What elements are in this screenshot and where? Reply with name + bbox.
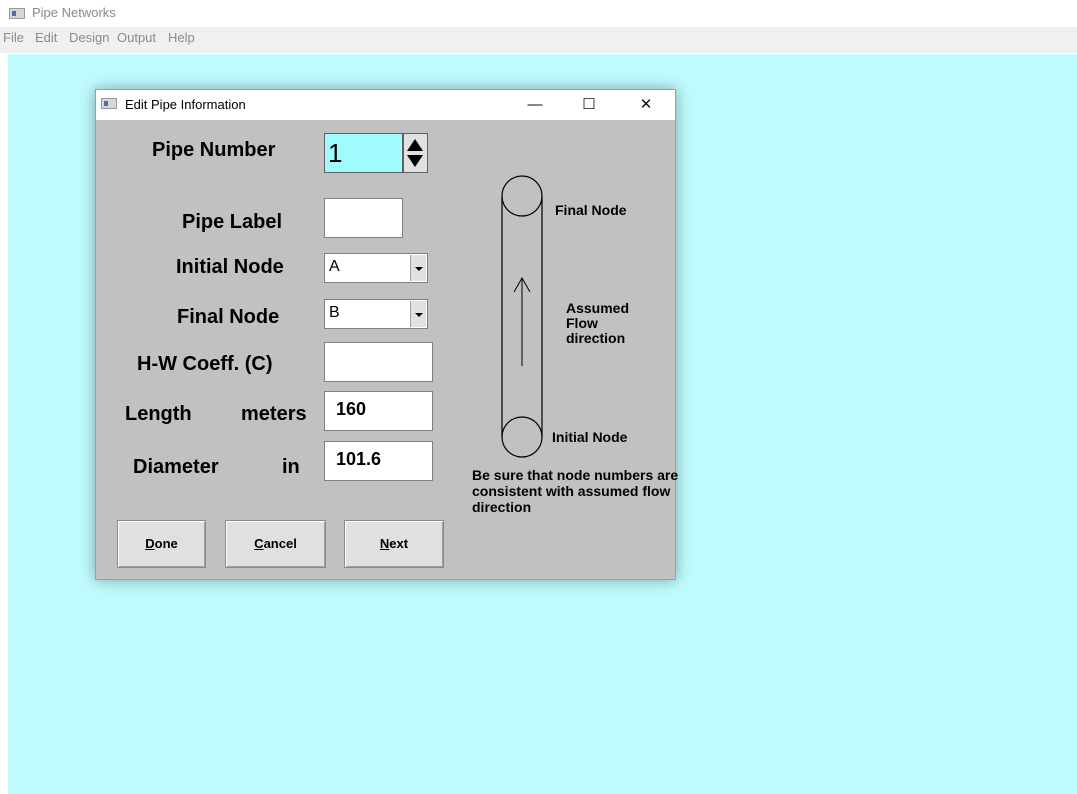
done-button[interactable]: Done — [117, 520, 206, 568]
app-icon — [9, 8, 25, 19]
menu-help[interactable]: Help — [168, 30, 195, 45]
cancel-label-rest: ancel — [263, 536, 297, 551]
done-mnemonic: D — [145, 536, 155, 551]
final-node-circle — [501, 175, 543, 217]
diameter-unit: in — [282, 456, 300, 478]
next-button[interactable]: Next — [344, 520, 444, 568]
initial-node-label: Initial Node — [176, 256, 284, 278]
diameter-label: Diameter — [133, 456, 219, 478]
pipe-label-label: Pipe Label — [182, 211, 283, 233]
menu-file[interactable]: File — [3, 30, 24, 45]
diagram-initial-node-label: Initial Node — [552, 429, 628, 445]
menu-design[interactable]: Design — [69, 30, 109, 45]
dialog-title: Edit Pipe Information — [125, 97, 246, 112]
next-mnemonic: N — [379, 536, 390, 551]
diameter-field[interactable]: 101.6 — [324, 441, 433, 481]
chevron-down-icon[interactable] — [410, 301, 426, 327]
final-node-value: B — [329, 304, 340, 321]
dialog-app-icon — [101, 98, 117, 109]
initial-node-value: A — [329, 258, 340, 275]
dialog-titlebar[interactable]: Edit Pipe Information — ☐ ✕ — [96, 90, 675, 120]
chevron-down-icon[interactable] — [410, 255, 426, 281]
final-node-select[interactable]: B — [324, 299, 428, 329]
cancel-button[interactable]: Cancel — [225, 520, 326, 568]
length-unit: meters — [241, 403, 307, 425]
maximize-button[interactable]: ☐ — [566, 90, 612, 120]
pipe-number-label: Pipe Number — [152, 139, 276, 161]
window-titlebar: Pipe Networks — [0, 0, 1077, 26]
diagram-final-node-label: Final Node — [555, 202, 627, 218]
spin-down-icon[interactable] — [407, 155, 423, 167]
flow-label-line2: Flow — [566, 315, 598, 331]
menu-output[interactable]: Output — [117, 30, 156, 45]
pipe-number-field[interactable]: 1 — [324, 133, 403, 173]
length-field[interactable]: 160 — [324, 391, 433, 431]
hw-coeff-field[interactable] — [324, 342, 433, 382]
menu-edit[interactable]: Edit — [35, 30, 57, 45]
window-title: Pipe Networks — [32, 5, 116, 20]
final-node-label: Final Node — [177, 306, 280, 328]
spin-up-icon[interactable] — [407, 139, 423, 151]
pipe-number-spinner[interactable] — [403, 133, 428, 173]
done-label-rest: one — [154, 536, 178, 551]
flow-label-line1: Assumed — [566, 300, 630, 316]
close-button[interactable]: ✕ — [623, 90, 669, 120]
next-label-rest: ext — [389, 536, 409, 551]
minimize-button[interactable]: — — [512, 90, 558, 120]
initial-node-select[interactable]: A — [324, 253, 428, 283]
menu-bar: File Edit Design Output Help — [0, 27, 1077, 53]
pipe-label-field[interactable] — [324, 198, 403, 238]
initial-node-circle — [501, 416, 543, 458]
cancel-mnemonic: C — [254, 536, 264, 551]
flow-label-line3: direction — [566, 330, 626, 346]
edit-pipe-dialog: Edit Pipe Information — ☐ ✕ Pipe Number … — [95, 89, 678, 580]
length-label: Length — [125, 403, 192, 425]
hw-coeff-label: H-W Coeff. (C) — [137, 353, 273, 375]
flow-consistency-note: Be sure that node numbers are consistent… — [472, 467, 679, 515]
